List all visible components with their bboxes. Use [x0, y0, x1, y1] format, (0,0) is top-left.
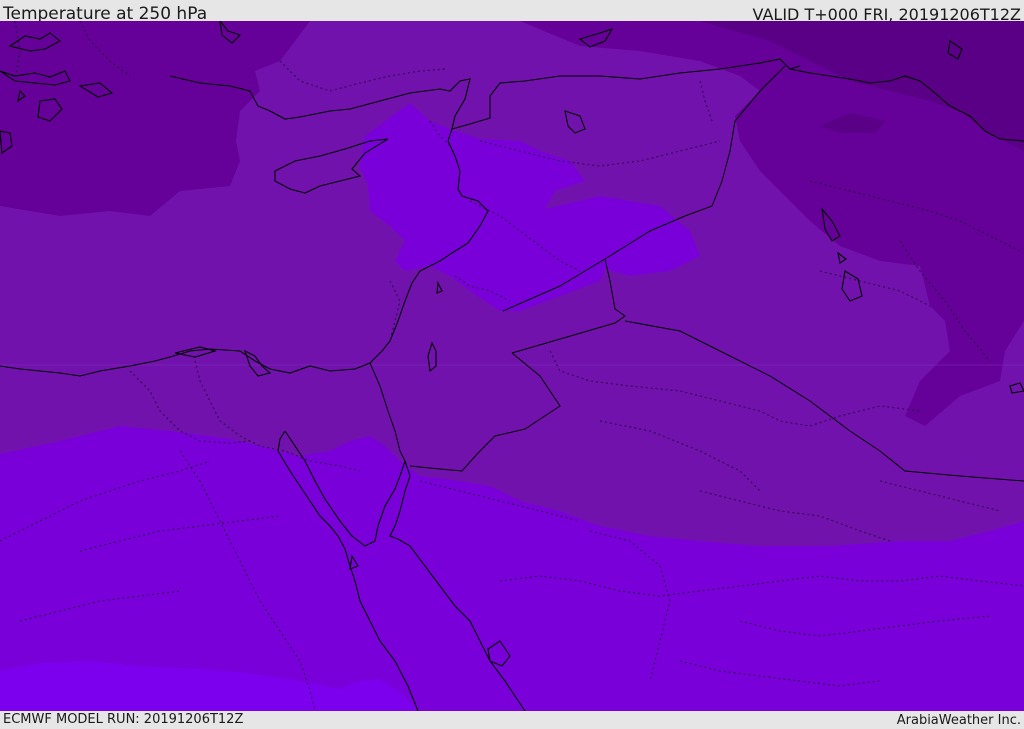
map-canvas [0, 21, 1024, 711]
map-header: Temperature at 250 hPa VALID T+000 FRI, … [0, 0, 1024, 24]
temperature-map[interactable] [0, 21, 1024, 711]
map-footer: ECMWF MODEL RUN: 20191206T12Z ArabiaWeat… [0, 711, 1024, 729]
credit-label: ArabiaWeather Inc. [896, 713, 1021, 728]
model-run-label: ECMWF MODEL RUN: 20191206T12Z [3, 712, 244, 727]
